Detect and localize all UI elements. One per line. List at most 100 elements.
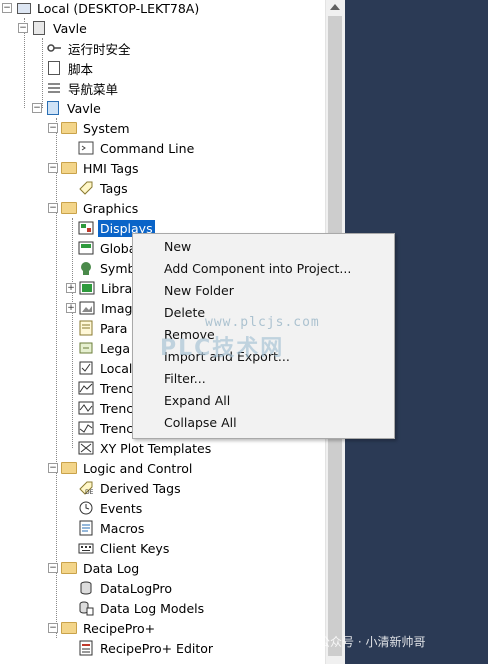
tree-label: Para xyxy=(100,320,128,336)
script-icon xyxy=(46,60,62,76)
tree-item-data-log[interactable]: − Data Log xyxy=(48,558,141,578)
xy-plot-icon xyxy=(78,440,94,456)
tag-icon xyxy=(78,180,94,196)
tree-item-client-keys[interactable]: Client Keys xyxy=(78,538,171,558)
collapse-toggle[interactable]: − xyxy=(18,23,28,33)
tree-label: Local (DESKTOP-LEKT78A) xyxy=(37,0,200,16)
display-icon xyxy=(78,220,94,236)
tree-item-parameters[interactable]: Para xyxy=(78,318,129,338)
tree-item-library[interactable]: + Libra xyxy=(66,278,134,298)
tree-item-datalogpro[interactable]: DataLogPro xyxy=(78,578,174,598)
recipe-editor-icon xyxy=(78,640,94,656)
folder-icon xyxy=(61,200,77,216)
tree-item-xy-plot[interactable]: XY Plot Templates xyxy=(78,438,213,458)
menu-item-new[interactable]: New xyxy=(164,237,191,257)
tree-item-trend-1[interactable]: Trenc xyxy=(78,378,135,398)
tree-item-images[interactable]: + Imag xyxy=(66,298,134,318)
tree-item-local[interactable]: Local xyxy=(78,358,134,378)
menu-item-collapse-all[interactable]: Collapse All xyxy=(164,413,237,433)
tree-item-symbol[interactable]: Symb xyxy=(78,258,137,278)
tree-item-trend-3[interactable]: Trenc xyxy=(78,418,135,438)
tree-item-recipepro-editor[interactable]: RecipePro+ Editor xyxy=(78,638,215,658)
folder-icon xyxy=(61,460,77,476)
macro-icon xyxy=(78,520,94,536)
local-message-icon xyxy=(78,360,94,376)
menu-item-delete[interactable]: Delete xyxy=(164,303,205,323)
tree-label: Vavle xyxy=(53,20,87,36)
collapse-toggle[interactable]: − xyxy=(32,103,42,113)
console-icon xyxy=(78,140,94,156)
tree-label: Derived Tags xyxy=(100,480,181,496)
tree-item-recipepro[interactable]: − RecipePro+ xyxy=(48,618,157,638)
parameter-file-icon xyxy=(78,320,94,336)
global-display-icon xyxy=(78,240,94,256)
folder-icon xyxy=(61,560,77,576)
menu-item-new-folder[interactable]: New Folder xyxy=(164,281,234,301)
collapse-toggle[interactable]: − xyxy=(48,463,58,473)
tree-item-derived-tags[interactable]: DE Derived Tags xyxy=(78,478,183,498)
key-icon xyxy=(46,40,62,56)
image-icon xyxy=(79,300,95,316)
derived-tag-icon: DE xyxy=(78,480,94,496)
tree-item-events[interactable]: Events xyxy=(78,498,144,518)
tree-label: Lega xyxy=(100,340,131,356)
folder-icon xyxy=(61,160,77,176)
tree-item-vavle-project[interactable]: − Vavle xyxy=(32,98,103,118)
tree-label: Local xyxy=(100,360,133,376)
tree-label: Client Keys xyxy=(100,540,170,556)
menu-item-add-component[interactable]: Add Component into Project... xyxy=(164,259,351,279)
tree-connector xyxy=(72,218,73,448)
menu-list-icon xyxy=(46,80,62,96)
tree-item-nav-menu[interactable]: 导航菜单 xyxy=(46,78,120,98)
collapse-toggle[interactable]: − xyxy=(48,623,58,633)
collapse-toggle[interactable]: − xyxy=(2,3,12,13)
tree-item-runtime-security[interactable]: 运行时安全 xyxy=(46,38,133,58)
tree-item-tags[interactable]: Tags xyxy=(78,178,130,198)
tree-item-global[interactable]: Globa xyxy=(78,238,138,258)
scroll-up-arrow-icon[interactable] xyxy=(330,4,340,10)
tree-item-scripts[interactable]: 脚本 xyxy=(46,58,95,78)
symbol-icon xyxy=(78,260,94,276)
trend-icon xyxy=(78,380,94,396)
tree-item-command-line[interactable]: Command Line xyxy=(78,138,196,158)
tree-label: Graphics xyxy=(83,200,139,216)
tree-item-system[interactable]: − System xyxy=(48,118,132,138)
folder-icon xyxy=(61,120,77,136)
tree-item-legacy[interactable]: Lega xyxy=(78,338,132,358)
trend-icon xyxy=(78,420,94,436)
tree-item-trend-2[interactable]: Trenc xyxy=(78,398,135,418)
tree-label: 运行时安全 xyxy=(68,41,131,57)
computer-icon xyxy=(15,0,31,16)
tree-label: 脚本 xyxy=(68,61,94,77)
expand-toggle[interactable]: + xyxy=(66,303,76,313)
clock-icon xyxy=(78,500,94,516)
tree-item-graphics[interactable]: − Graphics xyxy=(48,198,140,218)
tree-item-macros[interactable]: Macros xyxy=(78,518,146,538)
tree-item-hmi-tags[interactable]: − HMI Tags xyxy=(48,158,141,178)
tree-label: Logic and Control xyxy=(83,460,193,476)
tree-label: XY Plot Templates xyxy=(100,440,212,456)
collapse-toggle[interactable]: − xyxy=(48,163,58,173)
tree-label: Data Log xyxy=(83,560,140,576)
tree-label: Libra xyxy=(101,280,133,296)
expand-toggle[interactable]: + xyxy=(66,283,76,293)
tree-label: DataLogPro xyxy=(100,580,173,596)
menu-item-expand-all[interactable]: Expand All xyxy=(164,391,230,411)
tree-item-logic-control[interactable]: − Logic and Control xyxy=(48,458,194,478)
tree-label: Trenc xyxy=(100,380,134,396)
menu-item-filter[interactable]: Filter... xyxy=(164,369,206,389)
collapse-toggle[interactable]: − xyxy=(48,203,58,213)
tree-label: Events xyxy=(100,500,143,516)
tree-label: Macros xyxy=(100,520,145,536)
tree-item-root[interactable]: − Local (DESKTOP-LEKT78A) xyxy=(2,0,201,18)
tree-label: Data Log Models xyxy=(100,600,205,616)
tree-label: Trenc xyxy=(100,400,134,416)
collapse-toggle[interactable]: − xyxy=(48,123,58,133)
collapse-toggle[interactable]: − xyxy=(48,563,58,573)
tree-item-data-log-models[interactable]: Data Log Models xyxy=(78,598,206,618)
tree-label: HMI Tags xyxy=(83,160,139,176)
tree-item-vavle-app[interactable]: − Vavle xyxy=(18,18,89,38)
library-icon xyxy=(79,280,95,296)
database-icon xyxy=(78,580,94,596)
folder-icon xyxy=(61,620,77,636)
